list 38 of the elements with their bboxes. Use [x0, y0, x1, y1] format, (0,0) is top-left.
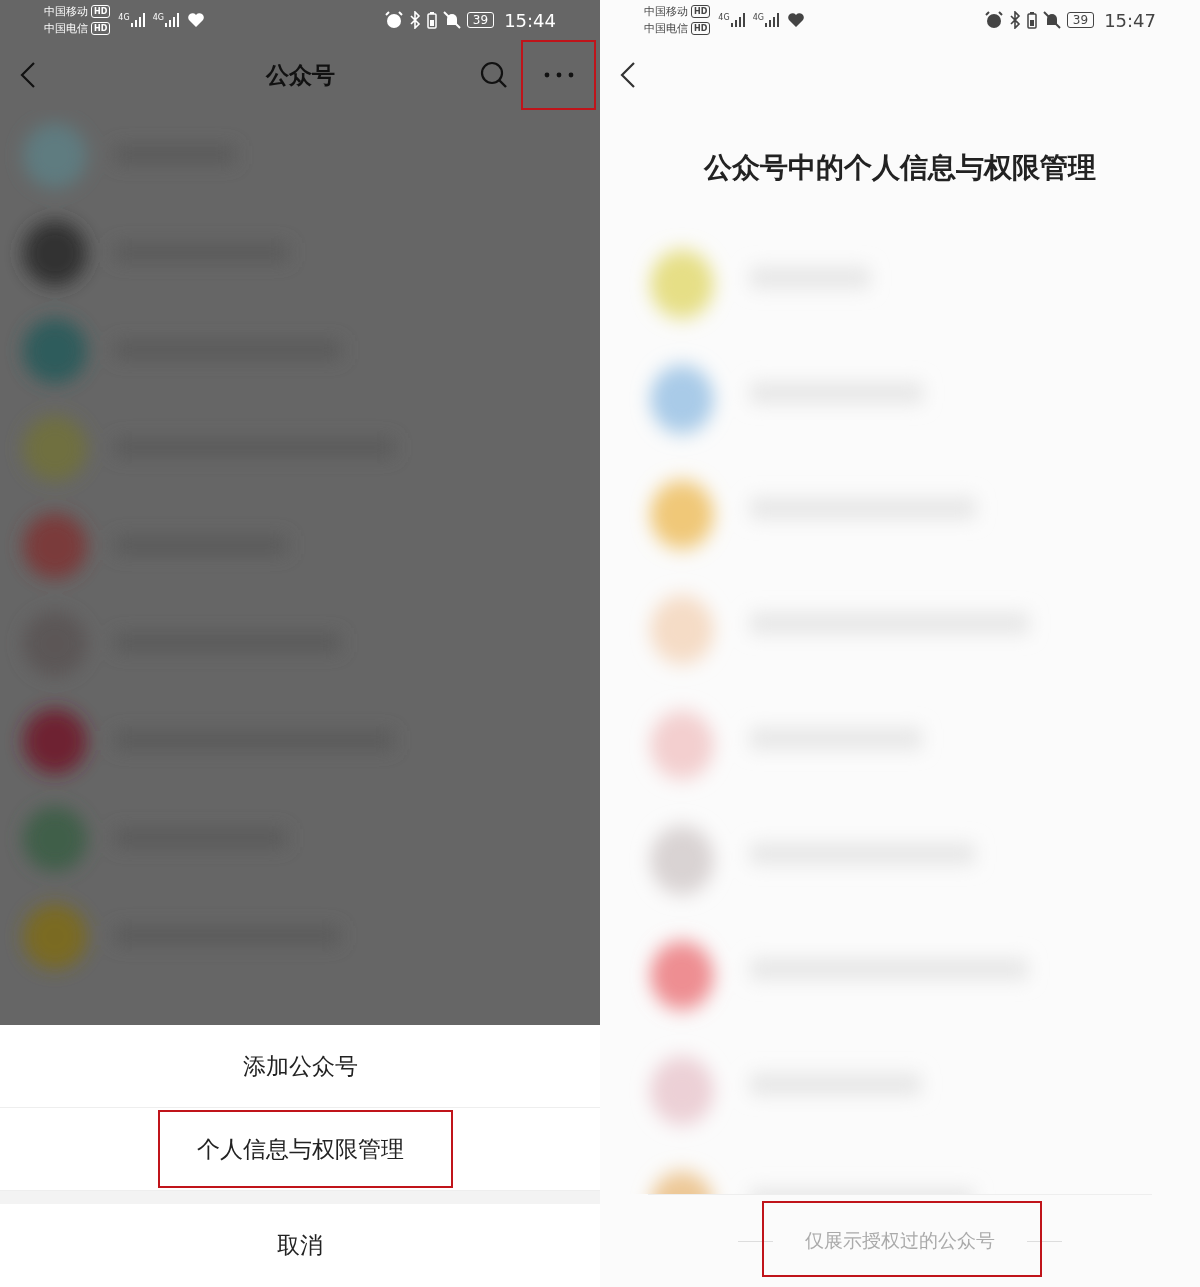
signal-icon	[164, 13, 181, 27]
network-label: 4G	[718, 13, 730, 22]
battery-icon	[1026, 11, 1037, 29]
page-title: 公众号	[265, 60, 335, 90]
hd-badge: HD	[691, 5, 711, 18]
menu-item[interactable]: 个人信息与权限管理	[0, 1108, 600, 1191]
hd-badge: HD	[91, 22, 111, 35]
heart-icon	[186, 12, 205, 28]
footer-note: 仅展示授权过的公众号	[804, 1228, 996, 1253]
bluetooth-icon	[1008, 11, 1021, 29]
page-title: 公众号中的个人信息与权限管理	[702, 149, 1097, 186]
alarm-icon	[984, 11, 1003, 29]
bell-off-icon	[1042, 11, 1061, 29]
network-label: 4G	[118, 13, 130, 22]
carrier-name: 中国电信	[644, 21, 688, 37]
back-icon[interactable]	[620, 61, 636, 89]
signal-icon	[130, 13, 147, 27]
menu-item[interactable]: 添加公众号	[0, 1025, 600, 1108]
bell-off-icon	[442, 11, 461, 29]
battery-level: 39	[1066, 12, 1095, 28]
bluetooth-icon	[408, 11, 421, 29]
clock-time: 15:47	[1104, 9, 1156, 31]
heart-icon	[786, 12, 805, 28]
signal-icon	[730, 13, 747, 27]
carrier-name: 中国电信	[44, 21, 88, 37]
signal-icon	[764, 13, 781, 27]
search-icon[interactable]	[479, 60, 509, 90]
carrier-name: 中国移动	[44, 4, 88, 20]
clock-time: 15:44	[504, 9, 556, 31]
hd-badge: HD	[691, 22, 711, 35]
battery-level: 39	[466, 12, 495, 28]
alarm-icon	[384, 11, 403, 29]
network-label: 4G	[152, 13, 164, 22]
battery-icon	[426, 11, 437, 29]
hd-badge: HD	[91, 5, 111, 18]
carrier-name: 中国移动	[644, 4, 688, 20]
network-label: 4G	[752, 13, 764, 22]
more-icon	[543, 72, 574, 78]
